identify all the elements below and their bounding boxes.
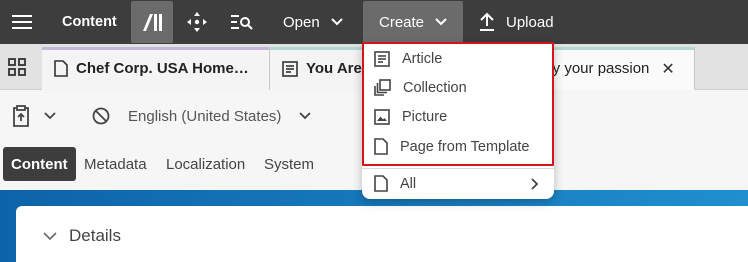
grid-view-icon[interactable] [0,44,34,90]
tab-color-strip [42,47,269,50]
top-bar: Content Open Create Upload [0,0,748,44]
create-label: Create [379,13,425,31]
chevron-down-icon [299,112,312,120]
checkin-menu-button[interactable] [12,91,56,141]
page-icon [54,60,68,77]
menu-item-label: Picture [402,108,448,125]
menu-icon[interactable] [10,10,34,34]
menu-item-article[interactable]: Article [362,44,554,73]
tab-system[interactable]: System [256,147,322,181]
open-menu-button[interactable]: Open [266,0,361,44]
details-section-toggle[interactable]: Details [43,226,121,246]
chevron-right-icon [531,178,539,190]
menu-item-page-from-template[interactable]: Page from Template [362,132,554,161]
logo-icon[interactable] [131,1,173,43]
clipboard-icon [13,105,29,127]
document-tab[interactable]: You Are [270,47,365,90]
open-label: Open [283,13,320,31]
menu-item-collection[interactable]: Collection [362,73,554,102]
globe-off-icon [92,107,110,125]
picture-icon [374,108,390,125]
menu-item-picture[interactable]: Picture [362,102,554,131]
tab-content[interactable]: Content [3,147,76,181]
document-tab[interactable]: Chef Corp. USA Home… [42,47,270,90]
search-list-icon[interactable] [230,11,254,33]
language-selector[interactable]: English (United States) [92,91,312,141]
upload-label: Upload [506,13,554,31]
tab-localization[interactable]: Localization [158,147,253,181]
close-icon[interactable]: ✕ [661,59,674,79]
language-label: English (United States) [128,107,282,125]
chevron-down-icon [44,112,56,120]
menu-item-label: Collection [403,79,467,96]
menu-item-label: Article [402,50,443,67]
content-app-label[interactable]: Content [62,0,117,44]
menu-item-label: Page from Template [400,138,530,155]
upload-button[interactable]: Upload [478,0,554,44]
tab-color-strip [270,47,364,50]
article-icon [374,50,390,67]
chevron-down-icon [435,18,447,26]
tab-title: joy your passion [541,60,650,77]
article-icon [282,60,298,77]
tab-title: Chef Corp. USA Home… [76,60,249,77]
page-icon [374,175,388,192]
chevron-down-icon [330,18,343,26]
details-label: Details [69,226,121,245]
form-card [16,206,748,262]
create-dropdown-menu: Article Collection Picture Page from Tem… [362,43,554,199]
chevron-down-icon [43,231,57,240]
menu-item-label: All [400,175,417,192]
create-menu-button[interactable]: Create [363,1,463,43]
upload-icon [480,12,494,31]
tab-title: You Are [306,60,362,77]
move-icon[interactable] [186,11,208,33]
menu-item-all[interactable]: All [362,169,554,198]
tab-metadata[interactable]: Metadata [76,147,155,181]
collection-icon [374,79,391,96]
page-icon [374,138,388,155]
